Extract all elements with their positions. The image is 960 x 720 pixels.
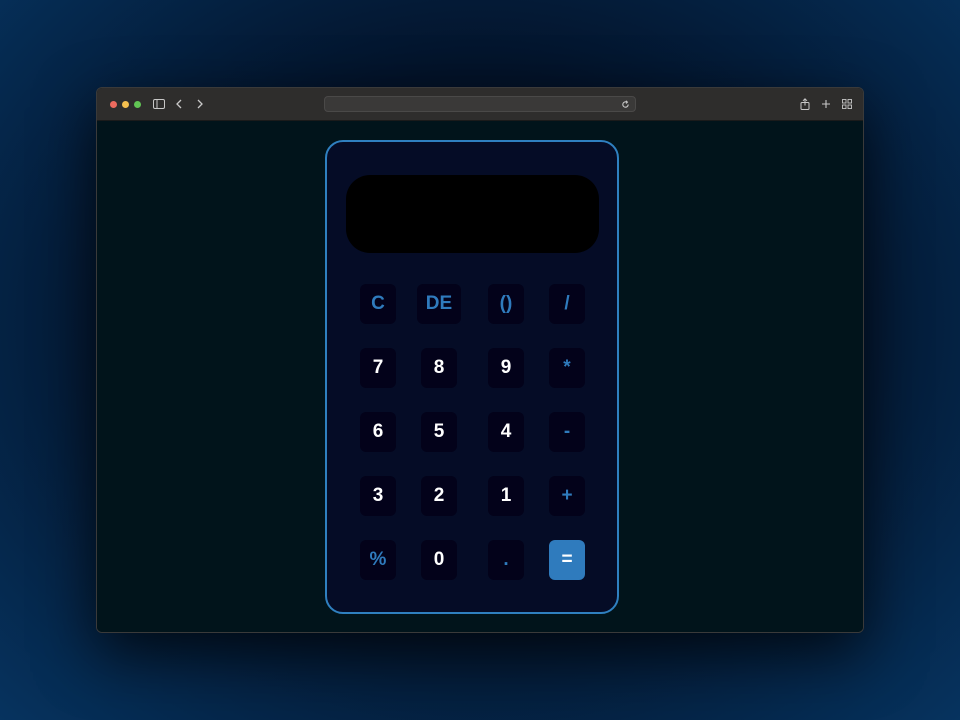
- close-window-button[interactable]: [110, 101, 117, 108]
- clear-button[interactable]: C: [360, 284, 396, 324]
- sidebar-toggle-icon[interactable]: [152, 96, 165, 112]
- digit-7-button[interactable]: 7: [360, 348, 396, 388]
- digit-5-button[interactable]: 5: [421, 412, 457, 452]
- subtract-button[interactable]: -: [549, 412, 585, 452]
- digit-3-button[interactable]: 3: [360, 476, 396, 516]
- digit-4-button[interactable]: 4: [488, 412, 524, 452]
- browser-window: C DE () / 7 8 9 * 6 5 4- 3 2 1 +% 0. =: [96, 87, 864, 633]
- tab-overview-icon[interactable]: [841, 96, 853, 112]
- divide-button[interactable]: /: [549, 284, 585, 324]
- delete-button[interactable]: DE: [417, 284, 461, 324]
- page-content: C DE () / 7 8 9 * 6 5 4- 3 2 1 +% 0. =: [97, 121, 863, 632]
- address-bar[interactable]: [324, 96, 636, 112]
- minimize-window-button[interactable]: [122, 101, 129, 108]
- digit-0-button[interactable]: 0: [421, 540, 457, 580]
- forward-icon[interactable]: [195, 96, 205, 112]
- share-icon[interactable]: [799, 96, 811, 112]
- reload-icon[interactable]: [619, 98, 631, 110]
- digit-1-button[interactable]: 1: [488, 476, 524, 516]
- multiply-button[interactable]: *: [549, 348, 585, 388]
- equals-button[interactable]: =: [549, 540, 585, 580]
- digit-6-button[interactable]: 6: [360, 412, 396, 452]
- calculator: C DE () / 7 8 9 * 6 5 4- 3 2 1 +% 0. =: [325, 140, 619, 614]
- digit-9-button[interactable]: 9: [488, 348, 524, 388]
- percent-button[interactable]: %: [360, 540, 396, 580]
- calculator-display: [346, 175, 599, 253]
- browser-titlebar: [97, 88, 863, 121]
- digit-2-button[interactable]: 2: [421, 476, 457, 516]
- add-button[interactable]: +: [549, 476, 585, 516]
- decimal-button[interactable]: .: [488, 540, 524, 580]
- parentheses-button[interactable]: (): [488, 284, 524, 324]
- back-icon[interactable]: [174, 96, 184, 112]
- new-tab-icon[interactable]: [820, 96, 832, 112]
- zoom-window-button[interactable]: [134, 101, 141, 108]
- digit-8-button[interactable]: 8: [421, 348, 457, 388]
